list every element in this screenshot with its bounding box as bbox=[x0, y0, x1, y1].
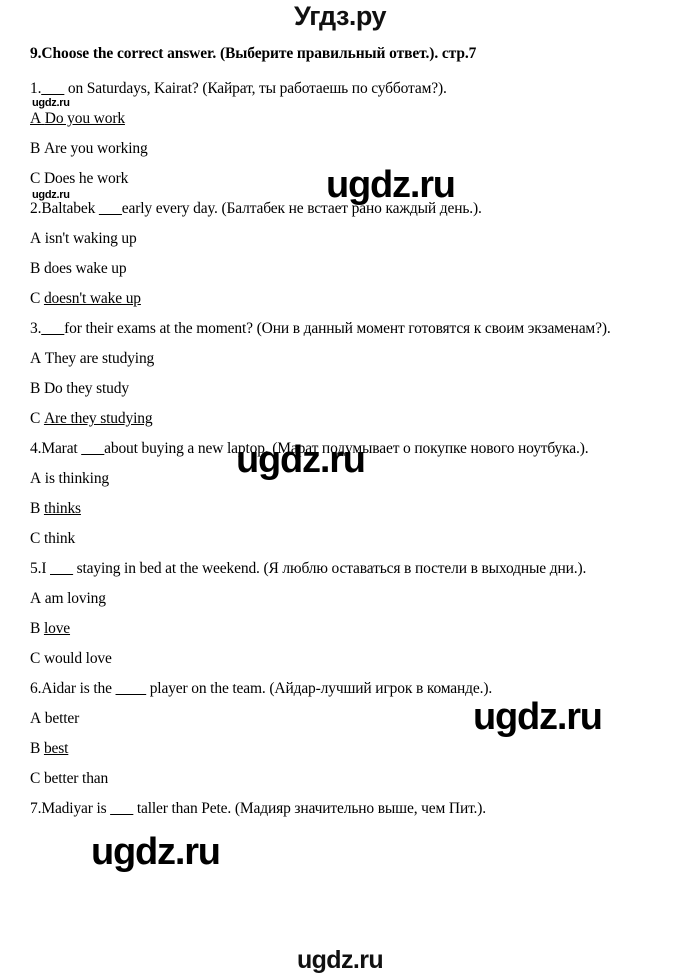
option-text: They are studying bbox=[44, 350, 155, 367]
option-text: Does he work bbox=[43, 170, 129, 187]
option-text: love bbox=[43, 620, 71, 637]
option-letter: C bbox=[30, 170, 41, 187]
watermark-bottom: ugdz.ru bbox=[296, 946, 384, 974]
option-text: isn't waking up bbox=[44, 230, 137, 247]
watermark-big-3: ugdz.ru bbox=[473, 696, 603, 738]
question-2-option-a[interactable]: A isn't waking up bbox=[30, 224, 650, 254]
question-3-stem-en-after: for their exams at the moment? bbox=[64, 320, 253, 337]
question-6-stem-en-before: 6.Aidar is the bbox=[30, 680, 116, 697]
question-5-option-b[interactable]: B love bbox=[30, 614, 650, 644]
option-letter: A bbox=[30, 470, 42, 487]
question-2-blank: ___ bbox=[98, 200, 122, 217]
question-6-option-c[interactable]: C better than bbox=[30, 764, 650, 794]
question-5-option-a[interactable]: A am loving bbox=[30, 584, 650, 614]
option-letter: A bbox=[30, 350, 42, 367]
option-text: Are they studying bbox=[43, 410, 153, 427]
question-1-stem: 1.___ on Saturdays, Kairat? (Кайрат, ты … bbox=[30, 74, 650, 104]
option-letter: A bbox=[30, 710, 42, 727]
option-text: Are you working bbox=[43, 140, 148, 157]
option-letter: C bbox=[30, 410, 41, 427]
question-3-option-b[interactable]: B Do they study bbox=[30, 374, 650, 404]
option-text: would love bbox=[43, 650, 112, 667]
option-letter: B bbox=[30, 500, 41, 517]
question-2-stem-en-after: early every day. bbox=[121, 200, 218, 217]
option-letter: B bbox=[30, 260, 41, 277]
question-5-option-c[interactable]: C would love bbox=[30, 644, 650, 674]
watermark-small-2: ugdz.ru bbox=[32, 189, 70, 201]
option-letter: A bbox=[30, 230, 42, 247]
question-5-stem-ru: (Я люблю оставаться в постели в выходные… bbox=[263, 560, 587, 577]
option-text: think bbox=[43, 530, 76, 547]
question-7-stem-en-after: taller than Pete. bbox=[133, 800, 232, 817]
question-7-stem-ru: (Мадияр значительно выше, чем Пит.). bbox=[234, 800, 487, 817]
question-2-stem-en-before: 2.Baltabek bbox=[30, 200, 99, 217]
option-letter: C bbox=[30, 530, 41, 547]
site-logo: Угдз.ру bbox=[293, 1, 387, 31]
question-6-stem-en-after: player on the team. bbox=[145, 680, 266, 697]
question-5: 5.I ___ staying in bed at the weekend. (… bbox=[30, 554, 650, 674]
question-3-option-a[interactable]: A They are studying bbox=[30, 344, 650, 374]
question-1-stem-en-after: on Saturdays, Kairat? bbox=[64, 80, 199, 97]
question-3-option-c[interactable]: C Are they studying bbox=[30, 404, 650, 434]
question-5-stem-en-after: staying in bed at the weekend. bbox=[72, 560, 260, 577]
option-text: better than bbox=[43, 770, 109, 787]
option-text: best bbox=[43, 740, 69, 757]
question-5-blank: ___ bbox=[50, 560, 73, 577]
question-3: 3.___for their exams at the moment? (Они… bbox=[30, 314, 650, 434]
option-letter: A bbox=[30, 590, 42, 607]
option-letter: B bbox=[30, 620, 41, 637]
question-1-option-b[interactable]: B Are you working bbox=[30, 134, 650, 164]
option-letter: A bbox=[30, 110, 42, 127]
question-1-stem-ru: (Кайрат, ты работаешь по субботам?). bbox=[202, 80, 447, 97]
watermark-small-1: ugdz.ru bbox=[32, 97, 70, 109]
task-title: 9.Choose the correct answer. (Выберите п… bbox=[30, 45, 477, 62]
option-text: doesn't wake up bbox=[43, 290, 141, 307]
option-letter: B bbox=[30, 740, 41, 757]
question-5-stem-en-before: 5.I bbox=[30, 560, 51, 577]
question-3-stem-ru: (Они в данный момент готовятся к своим э… bbox=[256, 320, 611, 337]
option-text: does wake up bbox=[43, 260, 127, 277]
option-letter: B bbox=[30, 140, 41, 157]
question-7: 7.Madiyar is ___ taller than Pete. (Мади… bbox=[30, 794, 650, 824]
question-1-blank: ___ bbox=[41, 80, 65, 97]
question-4-option-b[interactable]: B thinks bbox=[30, 494, 650, 524]
option-text: better bbox=[44, 710, 80, 727]
question-7-blank: ___ bbox=[110, 800, 134, 817]
question-3-stem: 3.___for their exams at the moment? (Они… bbox=[30, 314, 650, 344]
question-5-stem: 5.I ___ staying in bed at the weekend. (… bbox=[30, 554, 650, 584]
question-4-blank: ___ bbox=[81, 440, 105, 457]
question-4-stem-en-before: 4.Marat bbox=[30, 440, 82, 457]
option-letter: C bbox=[30, 650, 41, 667]
question-2-option-c[interactable]: C doesn't wake up bbox=[30, 284, 650, 314]
option-letter: B bbox=[30, 380, 41, 397]
question-2: 2.Baltabek ___early every day. (Балтабек… bbox=[30, 194, 650, 314]
question-3-stem-en-before: 3. bbox=[30, 320, 42, 337]
option-letter: C bbox=[30, 290, 41, 307]
watermark-big-4: ugdz.ru bbox=[91, 831, 221, 873]
option-text: Do they study bbox=[43, 380, 129, 397]
question-4-option-c[interactable]: C think bbox=[30, 524, 650, 554]
question-1-stem-en-before: 1. bbox=[30, 80, 42, 97]
watermark-big-1: ugdz.ru bbox=[326, 164, 456, 206]
question-6-blank: ____ bbox=[115, 680, 147, 697]
question-2-option-b[interactable]: B does wake up bbox=[30, 254, 650, 284]
option-letter: C bbox=[30, 770, 41, 787]
question-7-stem: 7.Madiyar is ___ taller than Pete. (Мади… bbox=[30, 794, 650, 824]
question-6-option-b[interactable]: B best bbox=[30, 734, 650, 764]
option-text: Do you work bbox=[44, 110, 125, 127]
watermark-big-2: ugdz.ru bbox=[236, 439, 366, 481]
question-6-stem-ru: (Айдар-лучший игрок в команде.). bbox=[269, 680, 493, 697]
question-3-blank: ___ bbox=[41, 320, 65, 337]
question-7-stem-en-before: 7.Madiyar is bbox=[30, 800, 111, 817]
option-text: am loving bbox=[44, 590, 106, 607]
question-1-option-a[interactable]: A Do you work bbox=[30, 104, 650, 134]
option-text: thinks bbox=[43, 500, 81, 517]
option-text: is thinking bbox=[44, 470, 110, 487]
